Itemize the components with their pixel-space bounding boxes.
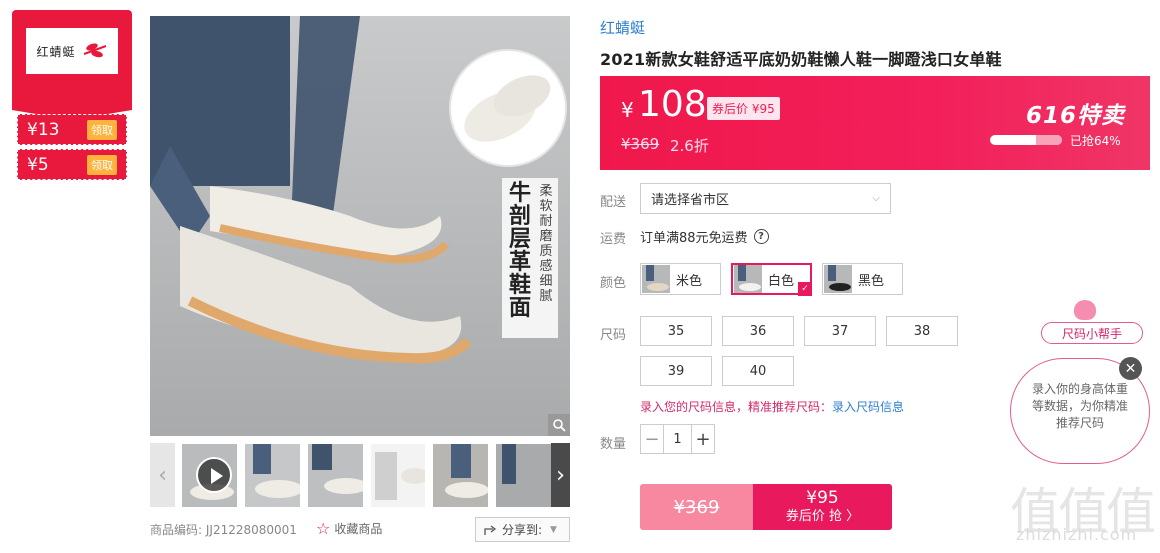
product-code: 商品编码: JJ21228080001 <box>150 521 297 538</box>
color-swatch <box>824 265 852 293</box>
coupon-amount: ¥13 <box>27 119 60 140</box>
share-button[interactable]: 分享到: ▼ <box>475 517 570 542</box>
share-label: 分享到: <box>502 523 543 537</box>
size-hint: 录入您的尺码信息，精准推荐尺码：录入尺码信息 <box>640 398 904 415</box>
help-icon[interactable]: ? <box>753 229 769 244</box>
color-name: 米色 <box>676 273 703 289</box>
original-price: ¥369 <box>621 135 660 153</box>
size-option[interactable]: 40 <box>722 356 794 386</box>
helper-mascot-icon <box>1074 300 1096 320</box>
product-code-label: 商品编码: <box>150 523 203 537</box>
coupon-13[interactable]: ¥13 领取 <box>17 114 127 145</box>
thumbnail-image <box>245 443 300 507</box>
thumbnail[interactable] <box>496 443 551 507</box>
quantity-stepper: − 1 + <box>640 424 715 454</box>
coupon-5[interactable]: ¥5 领取 <box>17 149 127 180</box>
buy-coupon-price: ¥95 <box>806 488 839 508</box>
current-price: 108 <box>638 84 707 125</box>
price-banner: ¥ 108 券后价 ¥95 ¥369 2.6折 616特卖 已抢64% <box>600 76 1150 170</box>
thumb-next-button[interactable]: › <box>550 443 571 507</box>
dragonfly-icon <box>83 43 106 58</box>
size-helper-tag[interactable]: 尺码小帮手 <box>1041 322 1143 344</box>
after-coupon-badge: 券后价 ¥95 <box>707 97 780 120</box>
zoom-button[interactable] <box>548 414 570 436</box>
quantity-label: 数量 <box>600 437 627 452</box>
sold-text: 已抢64% <box>1070 134 1121 148</box>
claim-coupon-button[interactable]: 领取 <box>87 154 117 175</box>
thumbnail[interactable] <box>370 443 426 507</box>
favorite-label: 收藏商品 <box>334 522 383 536</box>
caret-down-icon: ▼ <box>550 524 557 535</box>
sold-progress-bar <box>990 135 1062 145</box>
claim-coupon-button[interactable]: 领取 <box>87 119 117 140</box>
shop-name-link[interactable]: 红蜻蜓 <box>600 17 645 38</box>
quantity-decrement-button[interactable]: − <box>641 429 663 450</box>
image-caption-main: 牛剖层革鞋面 <box>508 181 531 321</box>
enter-size-link[interactable]: 录入尺码信息 <box>832 400 904 414</box>
color-swatch <box>734 265 762 293</box>
sold-progress-remaining <box>1036 135 1062 145</box>
color-name: 白色 <box>768 273 795 289</box>
star-icon: ☆ <box>316 518 331 538</box>
buy-with-coupon-button[interactable]: ¥95 券后价 抢 〉 <box>753 484 892 530</box>
play-icon[interactable] <box>196 456 233 493</box>
color-name: 黑色 <box>858 273 885 289</box>
coupon-card: 红蜻蜓 ¥13 领取 ¥5 领取 <box>12 10 132 182</box>
thumbnail[interactable] <box>307 443 363 507</box>
color-label: 颜色 <box>600 276 627 291</box>
share-icon <box>484 524 497 535</box>
size-option[interactable]: 37 <box>804 316 876 346</box>
chevron-down-icon: ⌵ <box>872 193 880 204</box>
thumbnail-image <box>496 443 551 507</box>
color-option-black[interactable]: 黑色 <box>822 263 903 295</box>
thumbnail-strip: ‹ › <box>150 443 571 507</box>
color-swatch <box>642 265 670 293</box>
region-placeholder: 请选择省市区 <box>651 193 730 208</box>
size-option[interactable]: 38 <box>886 316 958 346</box>
thumbnail[interactable] <box>245 443 300 507</box>
brand-banner: 红蜻蜓 <box>12 10 132 120</box>
thumbnail[interactable] <box>433 443 489 507</box>
size-option[interactable]: 35 <box>640 316 712 346</box>
currency-symbol: ¥ <box>621 98 634 122</box>
magnifier-icon <box>553 419 566 432</box>
shipping-text: 订单满88元免运费 <box>640 231 748 246</box>
shipping-label: 运费 <box>600 232 627 247</box>
promo-logo: 616特卖 <box>1026 103 1126 129</box>
quantity-input[interactable]: 1 <box>663 425 692 453</box>
quantity-increment-button[interactable]: + <box>692 429 714 450</box>
product-title: 2021新款女鞋舒适平底奶奶鞋懒人鞋一脚蹬浅口女单鞋 <box>600 50 1002 69</box>
close-icon[interactable]: ✕ <box>1119 357 1142 380</box>
thumb-prev-button[interactable]: ‹ <box>150 443 176 507</box>
buy-coupon-action: 券后价 抢 〉 <box>785 509 860 524</box>
image-caption-sub: 柔软耐磨质感细腻 <box>539 184 553 304</box>
size-option[interactable]: 36 <box>722 316 794 346</box>
favorite-button[interactable]: ☆ 收藏商品 <box>316 520 382 537</box>
size-option[interactable]: 39 <box>640 356 712 386</box>
brand-logo-text: 红蜻蜓 <box>36 44 76 59</box>
thumbnail-video[interactable] <box>182 443 237 507</box>
thumbnail-image <box>433 443 489 507</box>
main-product-image[interactable]: 牛剖层革鞋面 柔软耐磨质感细腻 <box>150 16 570 436</box>
coupon-amount: ¥5 <box>27 154 49 175</box>
region-select[interactable]: 请选择省市区 ⌵ <box>640 183 891 214</box>
discount-rate: 2.6折 <box>670 137 709 155</box>
product-code-value: JJ21228080001 <box>205 523 297 537</box>
thumbnail-image <box>307 443 363 507</box>
color-option-beige[interactable]: 米色 <box>640 263 721 295</box>
thumbnail-image <box>370 443 426 507</box>
watermark-url: zhizhizhi.com <box>1016 525 1138 544</box>
brand-logo[interactable]: 红蜻蜓 <box>26 28 118 74</box>
shipping-info: 订单满88元免运费 ? <box>640 227 769 246</box>
color-option-white[interactable]: 白色 <box>731 263 812 296</box>
delivery-label: 配送 <box>600 195 627 210</box>
buy-original-price-button[interactable]: ¥369 <box>640 484 753 530</box>
size-label: 尺码 <box>600 328 627 343</box>
size-hint-text: 录入您的尺码信息，精准推荐尺码： <box>640 400 833 414</box>
